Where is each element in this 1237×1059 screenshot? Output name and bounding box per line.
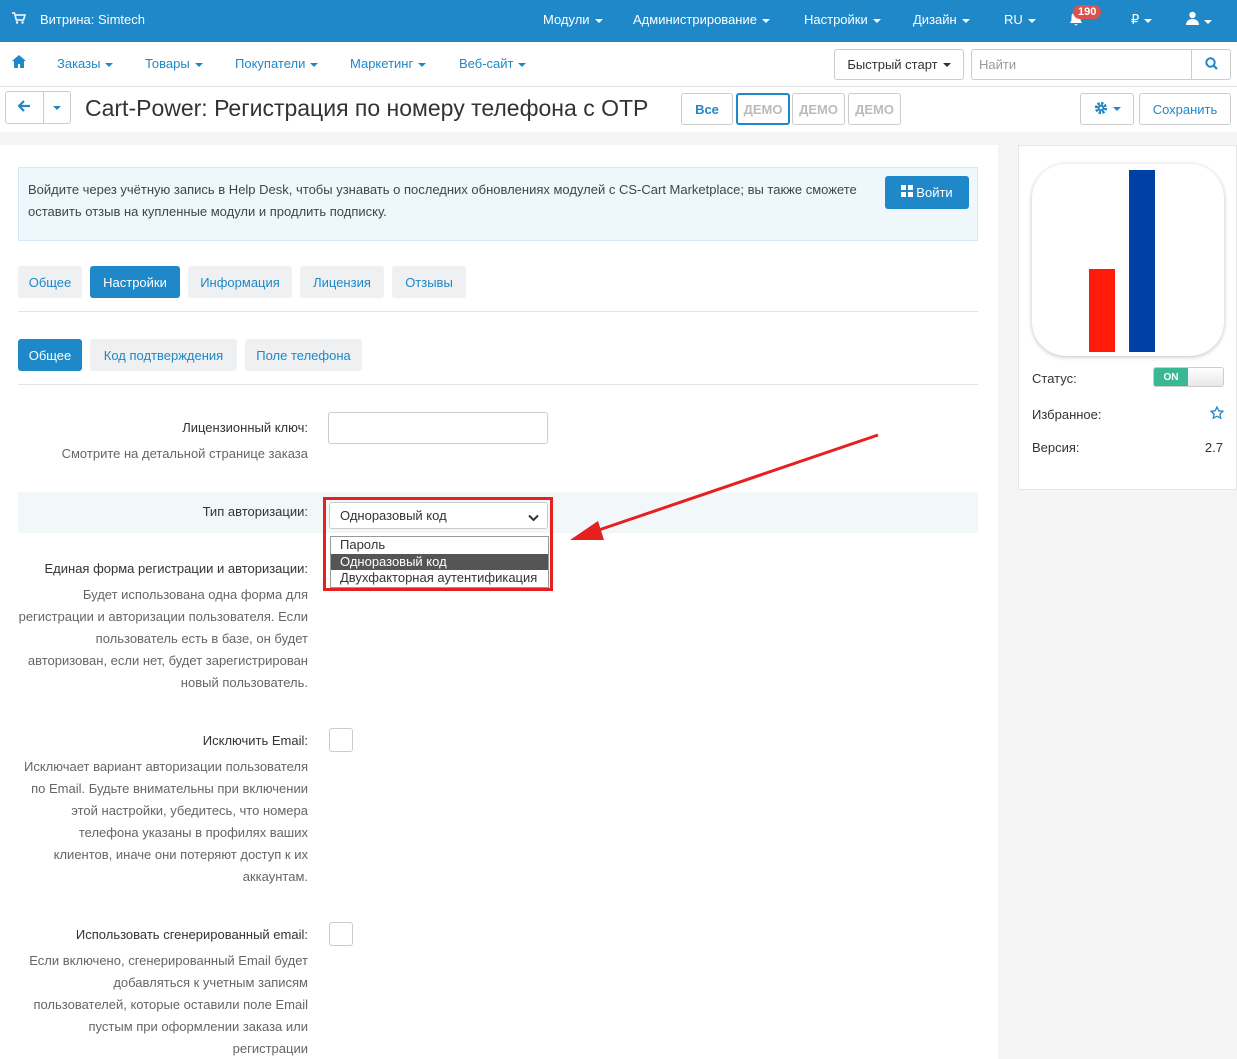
auth-type-select[interactable]: Одноразовый код: [329, 502, 548, 529]
user-icon: [1186, 11, 1199, 28]
status-label: Статус:: [1032, 371, 1077, 386]
unified-form-label: Единая форма регистрации и авторизации:: [44, 561, 309, 576]
nav-orders[interactable]: Заказы: [57, 56, 114, 71]
generated-email-checkbox[interactable]: [329, 922, 353, 946]
menu-language[interactable]: RU: [1004, 12, 1036, 27]
license-key-label: Лицензионный ключ:: [182, 420, 308, 435]
subtab-confirmation-code[interactable]: Код подтверждения: [90, 339, 237, 371]
demo-button-3[interactable]: ДЕМО: [848, 93, 901, 125]
demo-button-2[interactable]: ДЕМО: [792, 93, 845, 125]
option-one-time-code[interactable]: Одноразовый код: [331, 553, 548, 570]
nav-website[interactable]: Веб-сайт: [459, 56, 527, 71]
settings-gear-dropdown[interactable]: [1080, 93, 1134, 125]
unified-form-description: Будет использована одна форма для регист…: [18, 587, 308, 690]
tab-settings[interactable]: Настройки: [90, 266, 180, 298]
grid-icon: [901, 185, 914, 200]
auth-type-options-list: Пароль Одноразовый код Двухфакторная аут…: [330, 536, 549, 588]
auth-type-highlight-frame: Одноразовый код Пароль Одноразовый код Д…: [323, 497, 553, 591]
license-key-description: Смотрите на детальной странице заказа: [61, 446, 308, 461]
notification-count-badge: 190: [1073, 5, 1102, 19]
user-menu[interactable]: [1186, 11, 1212, 28]
storefront-name: Витрина: Simtech: [40, 12, 145, 27]
menu-design[interactable]: Дизайн: [913, 12, 970, 27]
login-button[interactable]: Войти: [885, 176, 969, 209]
star-icon[interactable]: [1209, 405, 1225, 423]
nav-customers[interactable]: Покупатели: [235, 56, 319, 71]
tab-information[interactable]: Информация: [188, 266, 292, 298]
notice-text: Войдите через учётную запись в Help Desk…: [28, 182, 857, 219]
main-navigation: Заказы Товары Покупатели Маркетинг Веб-с…: [0, 42, 1237, 87]
nav-marketing[interactable]: Маркетинг: [350, 56, 427, 71]
subtab-phone-field[interactable]: Поле телефона: [245, 339, 362, 371]
auth-type-label: Тип авторизации:: [202, 504, 308, 519]
status-toggle[interactable]: ON: [1153, 367, 1224, 387]
tab-license[interactable]: Лицензия: [300, 266, 384, 298]
demo-button-1[interactable]: ДЕМО: [736, 93, 790, 125]
menu-modules[interactable]: Модули: [543, 12, 603, 27]
option-two-factor[interactable]: Двухфакторная аутентификация: [331, 570, 548, 587]
generated-email-label: Использовать сгенерированный email:: [75, 927, 308, 942]
search-icon: [1204, 56, 1218, 73]
gear-icon: [1094, 101, 1108, 118]
menu-administration[interactable]: Администрирование: [633, 12, 770, 27]
save-button[interactable]: Сохранить: [1139, 93, 1231, 125]
search-button[interactable]: [1191, 49, 1231, 80]
addon-logo: [1032, 164, 1224, 356]
version-value: 2.7: [1204, 440, 1223, 455]
search-input[interactable]: Найти: [971, 49, 1192, 80]
main-content: Войдите через учётную запись в Help Desk…: [0, 145, 998, 1059]
option-password[interactable]: Пароль: [331, 537, 548, 554]
exclude-email-description: Исключает вариант авторизации пользовате…: [23, 759, 308, 884]
addon-info-sidebar: Статус: ON Избранное: Версия: 2.7: [1018, 145, 1237, 490]
back-button[interactable]: [6, 92, 44, 123]
back-button-group: [5, 91, 71, 124]
home-icon[interactable]: [12, 55, 26, 71]
top-bar: Витрина: Simtech Модули Администрировани…: [0, 0, 1237, 42]
nav-products[interactable]: Товары: [145, 56, 203, 71]
tabs-divider: [18, 311, 978, 312]
favorite-label: Избранное:: [1032, 407, 1102, 422]
subtab-general[interactable]: Общее: [18, 339, 82, 371]
tab-general[interactable]: Общее: [18, 266, 82, 298]
subtabs-divider: [18, 384, 978, 385]
back-dropdown-toggle[interactable]: [44, 92, 70, 123]
helpdesk-notice: Войдите через учётную запись в Help Desk…: [18, 167, 978, 241]
license-key-input[interactable]: [328, 412, 548, 444]
generated-email-description: Если включено, сгенерированный Email буд…: [29, 953, 308, 1056]
cart-icon: [12, 12, 27, 27]
quick-start-button[interactable]: Быстрый старт: [834, 49, 964, 80]
page-title: Cart-Power: Регистрация по номеру телефо…: [85, 95, 649, 121]
menu-settings[interactable]: Настройки: [804, 12, 881, 27]
view-all-button[interactable]: Все: [681, 93, 733, 125]
storefront-selector[interactable]: Витрина: Simtech: [12, 12, 145, 27]
version-label: Версия:: [1032, 440, 1080, 455]
tab-reviews[interactable]: Отзывы: [392, 266, 466, 298]
exclude-email-label: Исключить Email:: [202, 733, 308, 748]
page-header: Cart-Power: Регистрация по номеру телефо…: [0, 87, 1237, 132]
arrow-left-icon: [17, 100, 31, 115]
exclude-email-checkbox[interactable]: [329, 728, 353, 752]
chevron-down-icon: [528, 510, 539, 525]
annotation-arrow: [570, 433, 879, 540]
menu-currency[interactable]: ₽: [1131, 12, 1153, 28]
